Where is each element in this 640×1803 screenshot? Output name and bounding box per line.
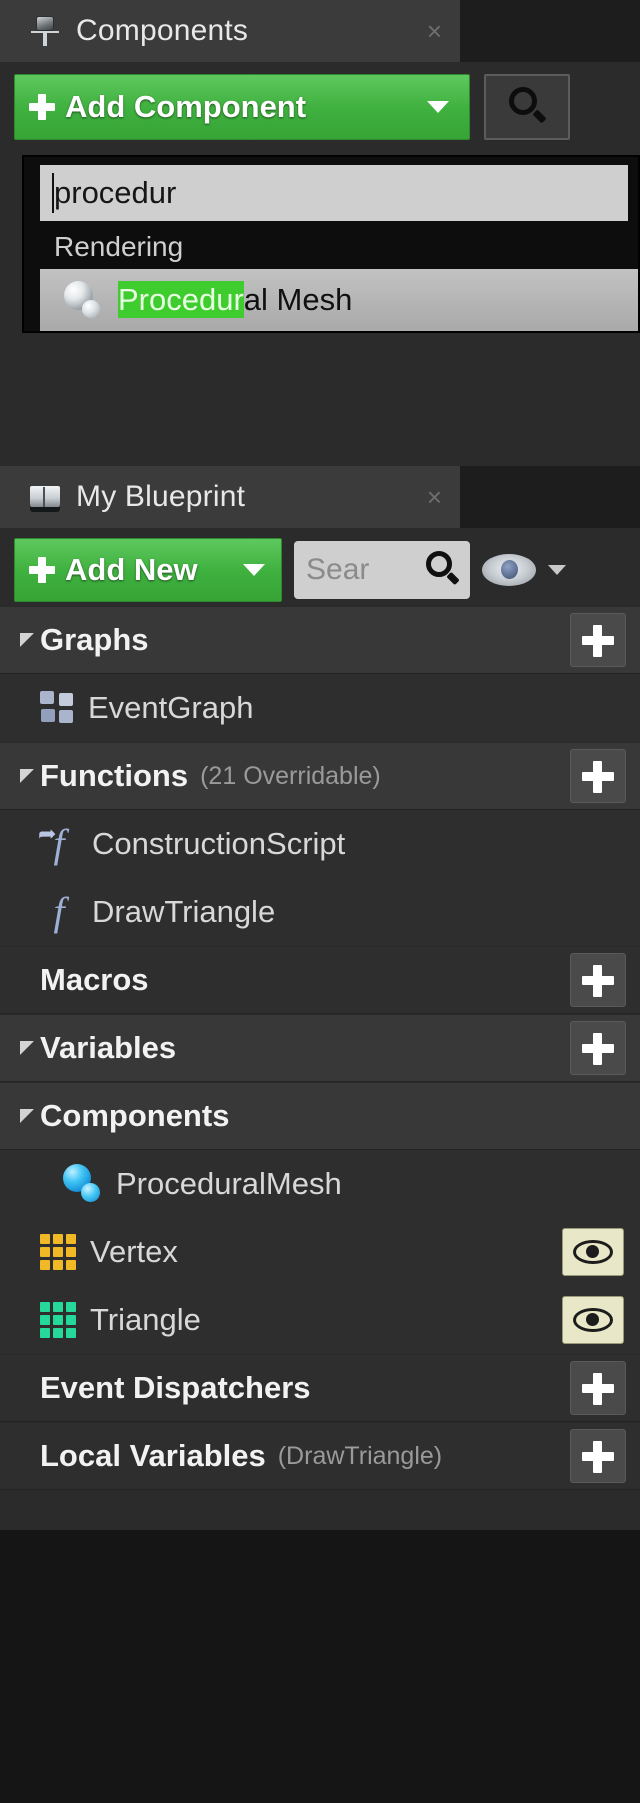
tab-components-label: Components xyxy=(76,14,249,47)
plus-icon xyxy=(29,94,55,120)
tree-section-components[interactable]: Components xyxy=(0,1082,640,1150)
add-component-dropdown: procedur Rendering Procedural Mesh xyxy=(22,155,640,333)
dropdown-item-procedural-mesh[interactable]: Procedural Mesh xyxy=(40,269,638,331)
eye-icon[interactable] xyxy=(482,554,536,586)
chevron-down-icon[interactable] xyxy=(548,565,566,575)
tree-item-label: EventGraph xyxy=(88,690,254,725)
component-search-value: procedur xyxy=(54,175,177,210)
myblueprint-body: Add New Sear xyxy=(0,528,640,602)
plus-icon xyxy=(29,557,55,583)
add-new-label: Add New xyxy=(65,552,198,587)
text-caret xyxy=(52,173,54,213)
dropdown-category-rendering: Rendering xyxy=(24,227,638,269)
search-icon xyxy=(424,551,462,589)
tree-item-label: DrawTriangle xyxy=(92,894,276,929)
tree-item-constructionscript[interactable]: f ➦ ConstructionScript xyxy=(0,810,640,878)
tree-item-label: Triangle xyxy=(90,1302,201,1337)
tree-item-label: Vertex xyxy=(90,1234,178,1269)
dropdown-item-label: Procedural Mesh xyxy=(118,281,353,318)
tree-item-label: ConstructionScript xyxy=(92,826,346,861)
match-highlight: Procedur xyxy=(118,281,244,318)
add-local-variables-button[interactable] xyxy=(570,1429,626,1483)
tree-section-event-dispatchers[interactable]: Event Dispatchers xyxy=(0,1354,640,1422)
expander-collapse-icon[interactable] xyxy=(20,1109,34,1123)
add-macros-button[interactable] xyxy=(570,953,626,1007)
expander-collapse-icon[interactable] xyxy=(20,769,34,783)
tree-section-label: Functions xyxy=(40,758,189,793)
tree-item-eventgraph[interactable]: EventGraph xyxy=(0,674,640,742)
tree-section-variables[interactable]: Variables xyxy=(0,1014,640,1082)
tab-my-blueprint-label: My Blueprint xyxy=(76,480,246,513)
tree-section-graphs[interactable]: Graphs xyxy=(0,606,640,674)
add-functions-button[interactable] xyxy=(570,749,626,803)
eye-icon xyxy=(573,1308,613,1332)
gizmo-icon xyxy=(28,14,62,48)
tree-tail xyxy=(0,1490,640,1530)
blueprint-editor-sidebar: Components × Add Component procedur Rend… xyxy=(0,0,640,1803)
add-new-button[interactable]: Add New xyxy=(14,538,282,602)
tree-item-drawtriangle[interactable]: f DrawTriangle xyxy=(0,878,640,946)
close-icon[interactable]: × xyxy=(387,484,442,510)
add-variables-button[interactable] xyxy=(570,1021,626,1075)
tree-section-label: Event Dispatchers xyxy=(40,1370,311,1405)
component-search-input[interactable]: procedur xyxy=(40,165,628,221)
tree-section-local-variables[interactable]: Local Variables (DrawTriangle) xyxy=(0,1422,640,1490)
blue-sphere-icon xyxy=(62,1164,102,1204)
tree-item-vertex[interactable]: Vertex xyxy=(0,1218,640,1286)
blueprint-tree: Graphs EventGraph Functions (21 Overridable… xyxy=(0,602,640,1490)
expander-collapse-icon[interactable] xyxy=(20,633,34,647)
tree-item-triangle[interactable]: Triangle xyxy=(0,1286,640,1354)
component-search-button[interactable] xyxy=(484,74,570,140)
tree-section-label: Graphs xyxy=(40,622,149,657)
myblueprint-toolbar: Add New Sear xyxy=(14,538,626,602)
visibility-toggle-vertex[interactable] xyxy=(562,1228,624,1276)
expander-collapse-icon[interactable] xyxy=(20,1041,34,1055)
tree-section-macros[interactable]: Macros xyxy=(0,946,640,1014)
function-icon: f xyxy=(53,889,65,934)
mesh-sphere-icon xyxy=(62,280,102,320)
tree-item-label: ProceduralMesh xyxy=(116,1166,342,1201)
tab-components[interactable]: Components × xyxy=(0,0,460,62)
components-toolbar: Add Component xyxy=(14,74,626,140)
tree-section-sublabel: (21 Overridable) xyxy=(200,761,381,790)
visibility-toggle-triangle[interactable] xyxy=(562,1296,624,1344)
chevron-down-icon xyxy=(427,101,449,113)
array-grid-icon xyxy=(40,1302,76,1338)
construction-script-icon: f ➦ xyxy=(38,821,65,866)
array-grid-icon xyxy=(40,1234,76,1270)
eye-icon xyxy=(573,1240,613,1264)
close-icon[interactable]: × xyxy=(387,18,442,44)
add-component-label: Add Component xyxy=(65,89,307,124)
tree-section-functions[interactable]: Functions (21 Overridable) xyxy=(0,742,640,810)
search-icon xyxy=(507,87,547,127)
tree-section-label: Local Variables xyxy=(40,1438,266,1473)
tree-section-label: Variables xyxy=(40,1030,177,1065)
add-component-button[interactable]: Add Component xyxy=(14,74,470,140)
tree-section-label: Macros xyxy=(40,962,149,997)
components-tabbar: Components × xyxy=(0,0,640,62)
tab-my-blueprint[interactable]: My Blueprint × xyxy=(0,466,460,528)
components-panel: Components × Add Component procedur Rend… xyxy=(0,0,640,466)
my-blueprint-panel: My Blueprint × Add New Sear Graphs Event… xyxy=(0,466,640,1530)
myblueprint-tabbar: My Blueprint × xyxy=(0,466,640,528)
chevron-down-icon xyxy=(243,564,265,576)
search-placeholder-text: Sear xyxy=(306,553,370,586)
event-graph-icon xyxy=(40,691,74,725)
book-icon xyxy=(28,480,62,514)
search-input[interactable]: Sear xyxy=(294,541,470,599)
tree-section-sublabel: (DrawTriangle) xyxy=(277,1441,443,1470)
tree-item-proceduralmesh[interactable]: ProceduralMesh xyxy=(0,1150,640,1218)
match-rest: al Mesh xyxy=(243,282,353,317)
tree-section-label: Components xyxy=(40,1098,230,1133)
add-event-dispatchers-button[interactable] xyxy=(570,1361,626,1415)
add-graphs-button[interactable] xyxy=(570,613,626,667)
